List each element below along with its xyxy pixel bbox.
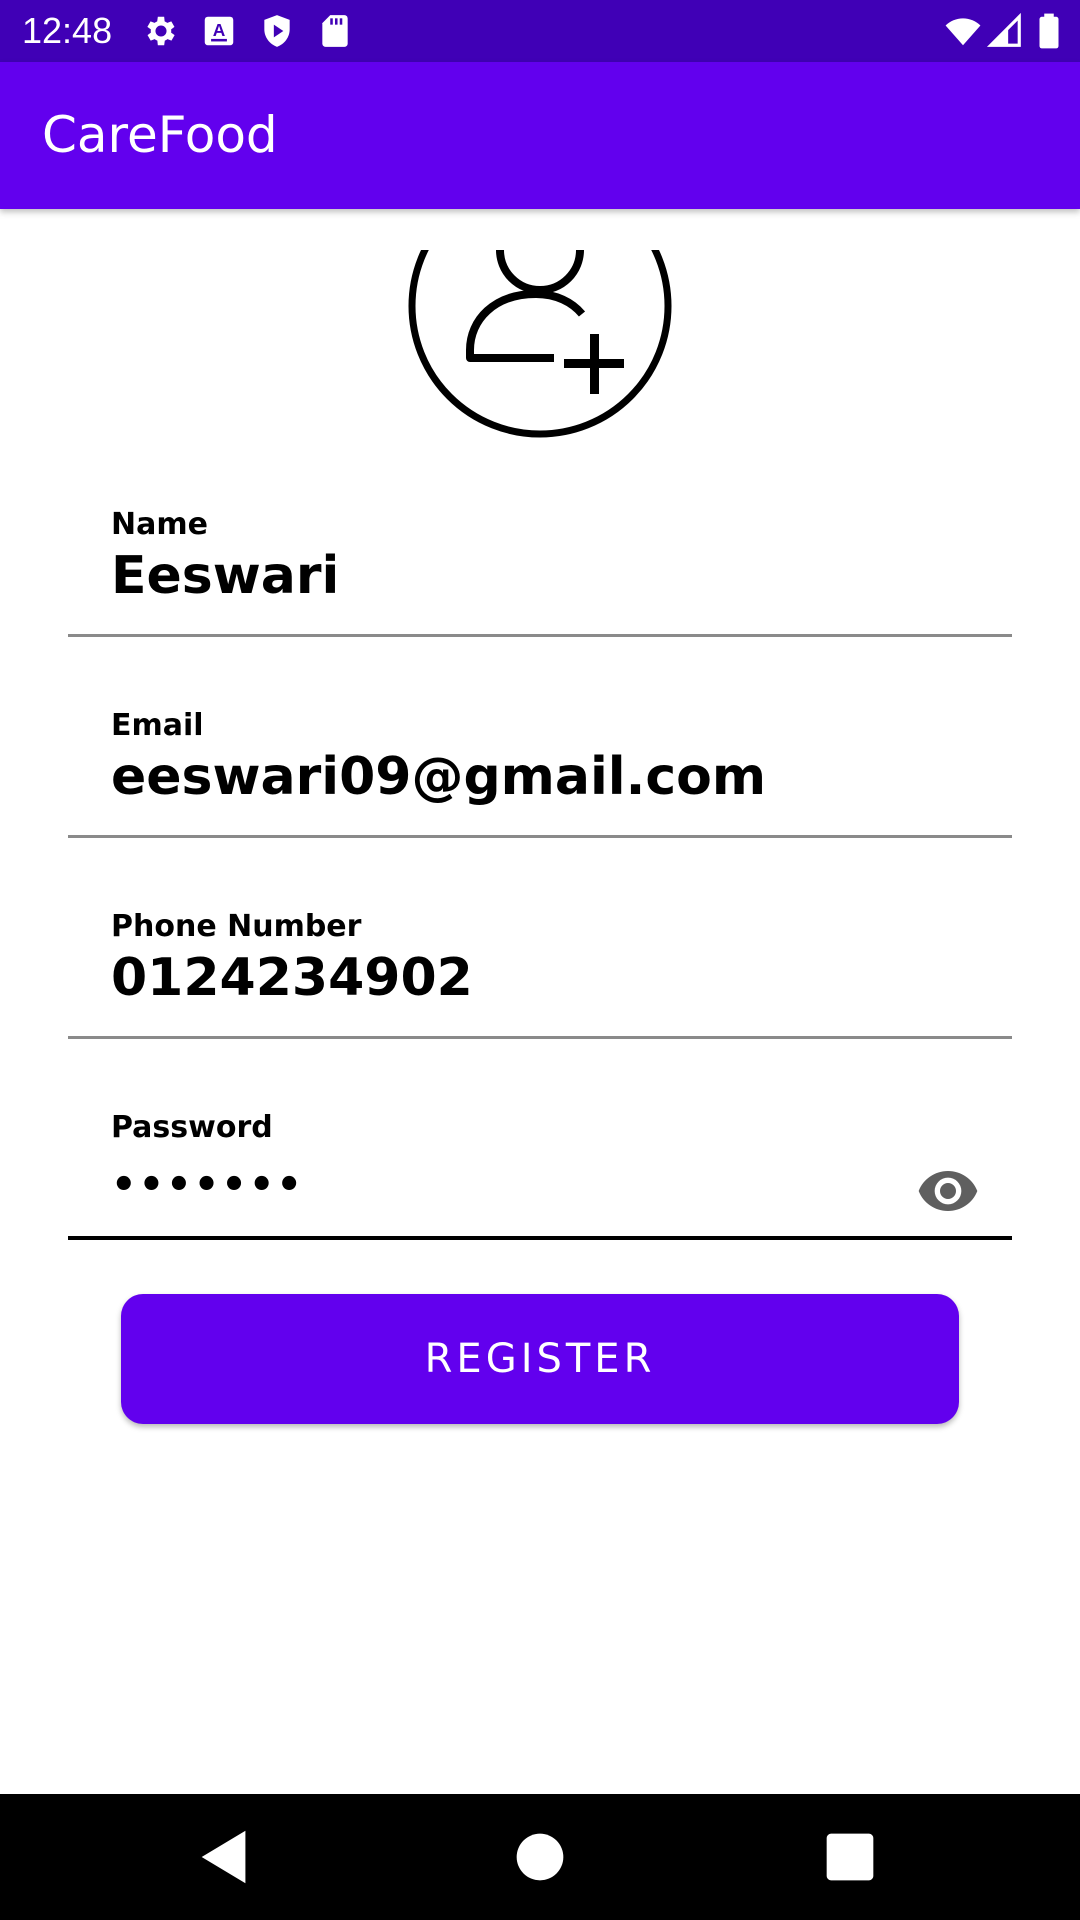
password-label: Password (111, 1110, 273, 1145)
email-label: Email (111, 708, 204, 743)
email-input[interactable]: eeswari09@gmail.com (111, 745, 766, 809)
wifi-icon (944, 12, 982, 50)
signal-icon (986, 12, 1024, 50)
recents-icon[interactable] (815, 1822, 885, 1892)
play-shield-icon (258, 12, 296, 50)
gear-icon (142, 12, 180, 50)
password-underline (68, 1236, 1012, 1240)
name-label: Name (111, 507, 208, 542)
register-screen: 12:48 A CareFood Name Eeswari Email eesw… (0, 0, 1080, 1920)
app-bar: CareFood (0, 62, 1080, 209)
email-field[interactable]: Email eeswari09@gmail.com (68, 701, 1012, 841)
battery-icon (1030, 12, 1068, 50)
status-time: 12:48 (22, 10, 113, 51)
add-user-avatar[interactable] (404, 250, 676, 440)
password-field[interactable]: Password ••••••• (68, 1103, 1012, 1243)
name-input[interactable]: Eeswari (111, 544, 339, 608)
back-icon[interactable] (190, 1822, 260, 1892)
home-icon[interactable] (505, 1822, 575, 1892)
name-underline (68, 634, 1012, 637)
phone-input[interactable]: 0124234902 (111, 946, 473, 1010)
name-field[interactable]: Name Eeswari (68, 500, 1012, 640)
email-underline (68, 835, 1012, 838)
sd-card-icon (316, 12, 354, 50)
phone-label: Phone Number (111, 909, 362, 944)
password-input[interactable]: ••••••• (111, 1153, 304, 1217)
status-bar: 12:48 A (0, 0, 1080, 62)
eye-icon[interactable] (916, 1159, 980, 1223)
phone-field[interactable]: Phone Number 0124234902 (68, 902, 1012, 1042)
svg-text:A: A (213, 20, 226, 40)
app-title: CareFood (42, 106, 278, 164)
navigation-bar (0, 1794, 1080, 1920)
keyboard-a-icon: A (200, 12, 238, 50)
phone-underline (68, 1036, 1012, 1039)
add-user-icon (408, 250, 672, 438)
register-button[interactable]: REGISTER (121, 1294, 959, 1424)
